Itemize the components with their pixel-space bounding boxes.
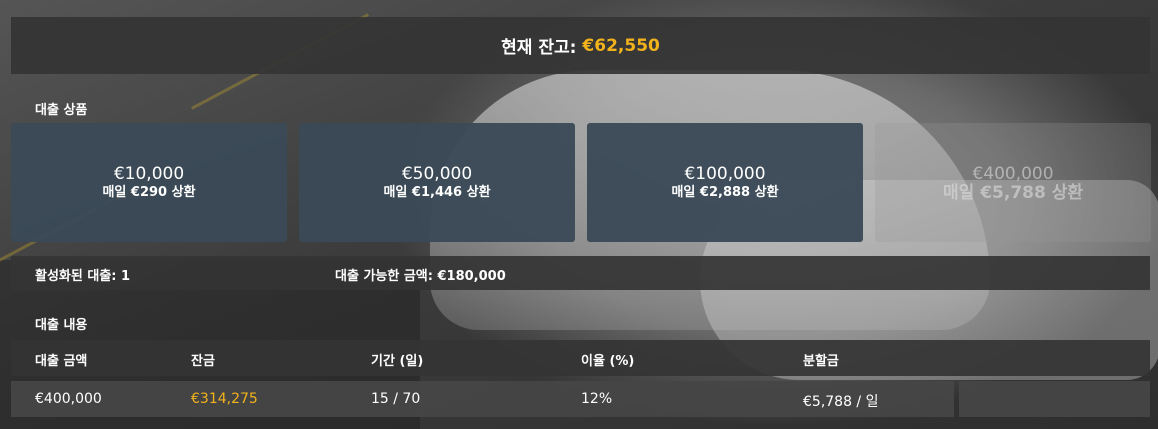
loans-section-title: 대출 내용 [35, 318, 88, 333]
balance-value: €62,550 [582, 35, 660, 56]
column-header-balance: 잔금 [191, 354, 215, 369]
loan-row-action-cell[interactable] [959, 381, 1150, 417]
product-amount: €50,000 [401, 163, 473, 184]
column-header-term: 기간 (일) [371, 354, 424, 369]
column-header-rate: 이율 (%) [581, 354, 635, 369]
loan-rate-cell: 12% [581, 391, 613, 407]
product-repayment: 매일 €5,788 상환 [943, 182, 1083, 203]
loan-product-100000[interactable]: €100,000 매일 €2,888 상환 [587, 123, 863, 242]
product-repayment: 매일 €290 상환 [102, 184, 196, 200]
loan-installment-cell: €5,788 / 일 [803, 394, 879, 410]
table-row: €400,000 €314,275 15 / 70 12% €5,788 / 일 [11, 381, 954, 417]
loan-product-400000-disabled: €400,000 매일 €5,788 상환 [875, 123, 1151, 242]
product-amount: €400,000 [972, 163, 1054, 184]
balance-label: 현재 잔고: [501, 38, 577, 58]
loan-balance-cell: €314,275 [191, 391, 258, 407]
product-repayment: 매일 €1,446 상환 [383, 184, 491, 200]
column-header-installment: 분할금 [803, 354, 839, 369]
product-amount: €10,000 [113, 163, 185, 184]
loan-products: €10,000 매일 €290 상환 €50,000 매일 €1,446 상환 … [11, 123, 1151, 242]
products-section-title: 대출 상품 [35, 103, 88, 118]
loan-status-bar: 활성화된 대출: 1 대출 가능한 금액: €180,000 [11, 256, 1150, 290]
product-repayment: 매일 €2,888 상환 [671, 184, 779, 200]
active-loans-count: 활성화된 대출: 1 [35, 269, 131, 284]
product-amount: €100,000 [684, 163, 766, 184]
loans-table-header: 대출 금액 잔금 기간 (일) 이율 (%) 분할금 [11, 340, 1150, 376]
loan-amount-cell: €400,000 [35, 391, 102, 407]
balance-bar: 현재 잔고: €62,550 [11, 17, 1150, 74]
loan-product-50000[interactable]: €50,000 매일 €1,446 상환 [299, 123, 575, 242]
loan-term-cell: 15 / 70 [371, 391, 421, 407]
loan-product-10000[interactable]: €10,000 매일 €290 상환 [11, 123, 287, 242]
column-header-amount: 대출 금액 [35, 354, 88, 369]
available-loan-amount: 대출 가능한 금액: €180,000 [335, 269, 506, 284]
